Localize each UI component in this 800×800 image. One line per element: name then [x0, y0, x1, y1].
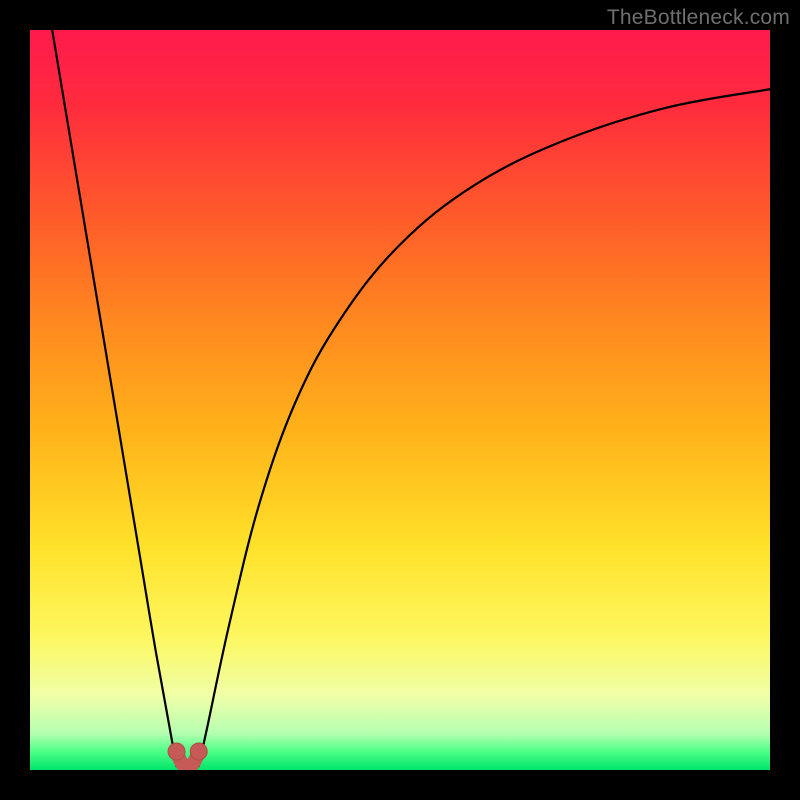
- marker-right: [190, 743, 207, 760]
- curve-layer: [30, 30, 770, 770]
- watermark-text: TheBottleneck.com: [607, 6, 790, 30]
- plot-area: [30, 30, 770, 770]
- curve-right-branch: [199, 89, 770, 766]
- marker-left: [168, 743, 185, 760]
- chart-frame: TheBottleneck.com: [0, 0, 800, 800]
- curve-left-branch: [52, 30, 176, 766]
